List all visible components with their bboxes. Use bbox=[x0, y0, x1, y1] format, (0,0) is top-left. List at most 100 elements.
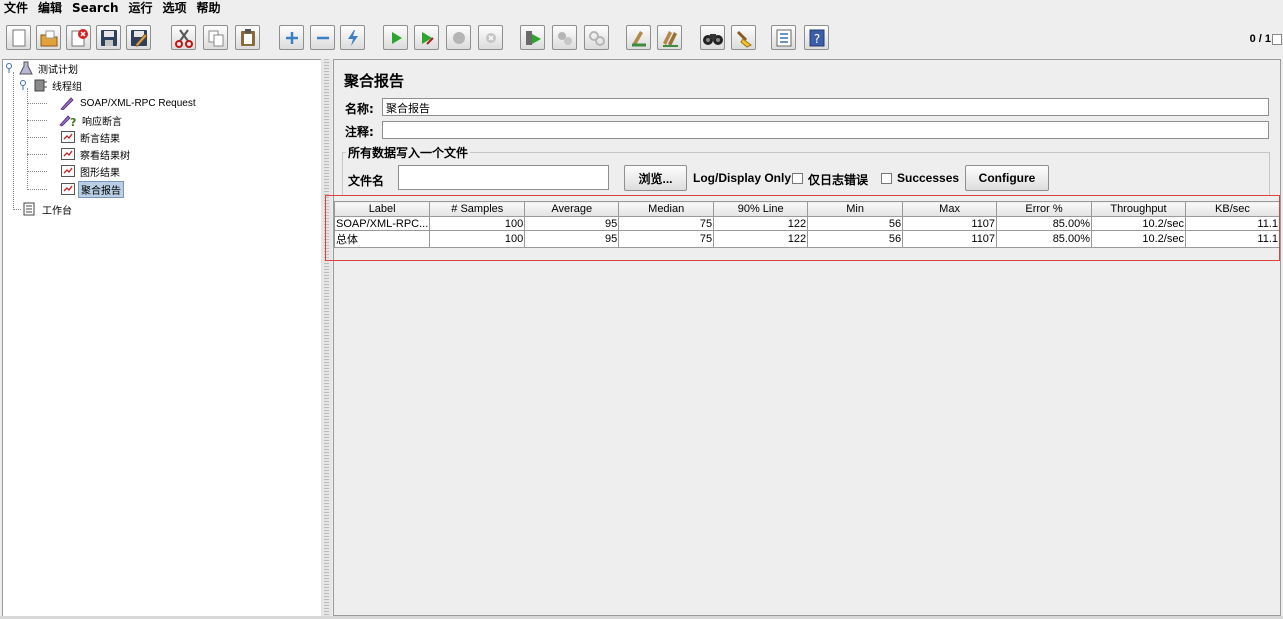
remote-shutdown-button[interactable] bbox=[584, 25, 609, 50]
file-group-title: 所有数据写入一个文件 bbox=[346, 144, 471, 161]
table-cell: 95 bbox=[524, 216, 620, 231]
help-icon: ? bbox=[809, 29, 824, 46]
tree-label: 图形结果 bbox=[80, 167, 120, 179]
aggregate-report-panel: 聚合报告 名称: 聚合报告 注释: 所有数据写入一个文件 文件名 浏览... L… bbox=[333, 59, 1281, 616]
table-cell: 85.00% bbox=[996, 230, 1092, 248]
column-header[interactable]: Average bbox=[524, 201, 620, 217]
reset-search-icon bbox=[736, 30, 752, 48]
shutdown-button[interactable] bbox=[478, 25, 503, 50]
tree-node-test-plan[interactable]: 测试计划 bbox=[5, 60, 80, 76]
name-field[interactable]: 聚合报告 bbox=[382, 98, 1269, 116]
results-table-area[interactable]: Label # Samples Average Median 90% Line Min Ma… bbox=[333, 201, 1281, 615]
tree-node-response-assertion[interactable]: ? 响应断言 bbox=[59, 112, 124, 128]
function-helper-icon bbox=[776, 29, 791, 46]
table-cell: 100 bbox=[429, 230, 526, 248]
splitter-grip[interactable] bbox=[324, 59, 329, 616]
tree-label: 察看结果树 bbox=[80, 150, 130, 162]
tree-node-thread-group[interactable]: 线程组 bbox=[19, 77, 84, 93]
open-button[interactable] bbox=[36, 25, 61, 50]
open-icon bbox=[40, 30, 57, 46]
comment-label: 注释: bbox=[345, 125, 374, 139]
cut-icon bbox=[174, 28, 193, 48]
successes-checkbox[interactable] bbox=[881, 173, 892, 184]
save-button[interactable] bbox=[96, 25, 121, 50]
paste-button[interactable] bbox=[235, 25, 260, 50]
test-plan-tree[interactable]: 测试计划 线程组 SOAP/XML-RPC Request ? 响应断言 断言结… bbox=[2, 59, 322, 618]
collapse-button[interactable] bbox=[310, 25, 335, 50]
spool-icon bbox=[34, 79, 47, 92]
start-button[interactable] bbox=[383, 25, 408, 50]
column-header[interactable]: 90% Line bbox=[713, 201, 809, 217]
error-indicator bbox=[1272, 34, 1282, 45]
table-row[interactable]: SOAP/XML-RPC... 100 95 75 122 56 1107 85.00% 10.… bbox=[333, 216, 1281, 231]
function-helper-button[interactable] bbox=[771, 25, 796, 50]
filename-input[interactable] bbox=[398, 165, 609, 190]
browse-button[interactable]: 浏览... bbox=[624, 165, 687, 191]
tree-connector bbox=[27, 154, 47, 155]
tree-node-soap-request[interactable]: SOAP/XML-RPC Request bbox=[59, 95, 198, 111]
remote-start-button[interactable] bbox=[520, 25, 545, 50]
column-header[interactable]: # Samples bbox=[429, 201, 526, 217]
search-button[interactable] bbox=[700, 25, 725, 50]
column-header[interactable]: Median bbox=[618, 201, 715, 217]
remote-stop-button[interactable] bbox=[552, 25, 577, 50]
flask-icon bbox=[19, 61, 33, 75]
menu-search[interactable]: Search bbox=[67, 0, 123, 17]
tree-node-view-results-tree[interactable]: 察看结果树 bbox=[61, 146, 132, 162]
new-icon bbox=[12, 29, 25, 46]
clear-button[interactable] bbox=[626, 25, 651, 50]
menu-edit[interactable]: 编辑 bbox=[33, 0, 67, 17]
tree-connector bbox=[27, 103, 47, 104]
start-no-pause-button[interactable] bbox=[414, 25, 439, 50]
menu-run[interactable]: 运行 bbox=[123, 0, 157, 17]
aggregate-results-table[interactable]: Label # Samples Average Median 90% Line Min Ma… bbox=[333, 201, 1281, 248]
configure-button[interactable]: Configure bbox=[965, 165, 1049, 191]
start-no-pause-icon bbox=[421, 31, 434, 45]
tree-node-graph-results[interactable]: 图形结果 bbox=[61, 163, 122, 179]
panel-title: 聚合报告 bbox=[344, 72, 405, 90]
thread-counter: 0 / 1 bbox=[1249, 33, 1271, 45]
shutdown-icon bbox=[485, 32, 496, 43]
clear-all-button[interactable] bbox=[657, 25, 682, 50]
log-display-label: Log/Display Only: bbox=[693, 171, 796, 185]
table-cell: 122 bbox=[713, 216, 809, 231]
paste-icon bbox=[240, 28, 255, 46]
tree-node-workbench[interactable]: 工作台 bbox=[23, 201, 74, 217]
column-header[interactable]: Max bbox=[902, 201, 998, 217]
copy-button[interactable] bbox=[203, 25, 228, 50]
tree-node-aggregate-report[interactable]: 聚合报告 bbox=[61, 180, 124, 198]
tree-node-assertion-results[interactable]: 断言结果 bbox=[61, 129, 122, 145]
column-header[interactable]: Label bbox=[333, 201, 431, 217]
table-cell: 10.2/sec bbox=[1091, 230, 1186, 248]
table-cell: 100 bbox=[429, 216, 526, 231]
split-pane-divider[interactable] bbox=[321, 59, 332, 616]
expand-handle-icon[interactable] bbox=[19, 80, 27, 90]
save-icon bbox=[100, 29, 117, 46]
expand-button[interactable] bbox=[279, 25, 304, 50]
table-row[interactable]: 总体 100 95 75 122 56 1107 85.00% 10.2/sec 11.1 bbox=[333, 230, 1281, 248]
cut-button[interactable] bbox=[171, 25, 196, 50]
stop-button[interactable] bbox=[446, 25, 471, 50]
menu-help[interactable]: 帮助 bbox=[192, 0, 226, 17]
column-header[interactable]: Throughput bbox=[1091, 201, 1186, 217]
tree-connector bbox=[27, 137, 47, 138]
menu-file[interactable]: 文件 bbox=[0, 0, 33, 17]
reset-search-button[interactable] bbox=[731, 25, 756, 50]
toggle-button[interactable] bbox=[340, 25, 365, 50]
comment-field[interactable] bbox=[382, 121, 1269, 139]
stop-icon bbox=[452, 31, 465, 44]
tree-connector bbox=[27, 120, 47, 121]
new-button[interactable] bbox=[6, 25, 31, 50]
help-button[interactable]: ? bbox=[804, 25, 829, 50]
table-cell: 1107 bbox=[902, 216, 998, 231]
column-header[interactable]: Min bbox=[807, 201, 904, 217]
save-as-button[interactable] bbox=[126, 25, 151, 50]
tree-label: 工作台 bbox=[42, 205, 72, 217]
errors-only-checkbox[interactable] bbox=[792, 173, 803, 184]
remote-shutdown-icon bbox=[588, 30, 605, 46]
menu-options[interactable]: 选项 bbox=[158, 0, 192, 17]
column-header[interactable]: Error % bbox=[996, 201, 1092, 217]
close-button[interactable] bbox=[66, 25, 91, 50]
expand-handle-icon[interactable] bbox=[5, 63, 13, 73]
column-header[interactable]: KB/sec bbox=[1184, 201, 1281, 217]
